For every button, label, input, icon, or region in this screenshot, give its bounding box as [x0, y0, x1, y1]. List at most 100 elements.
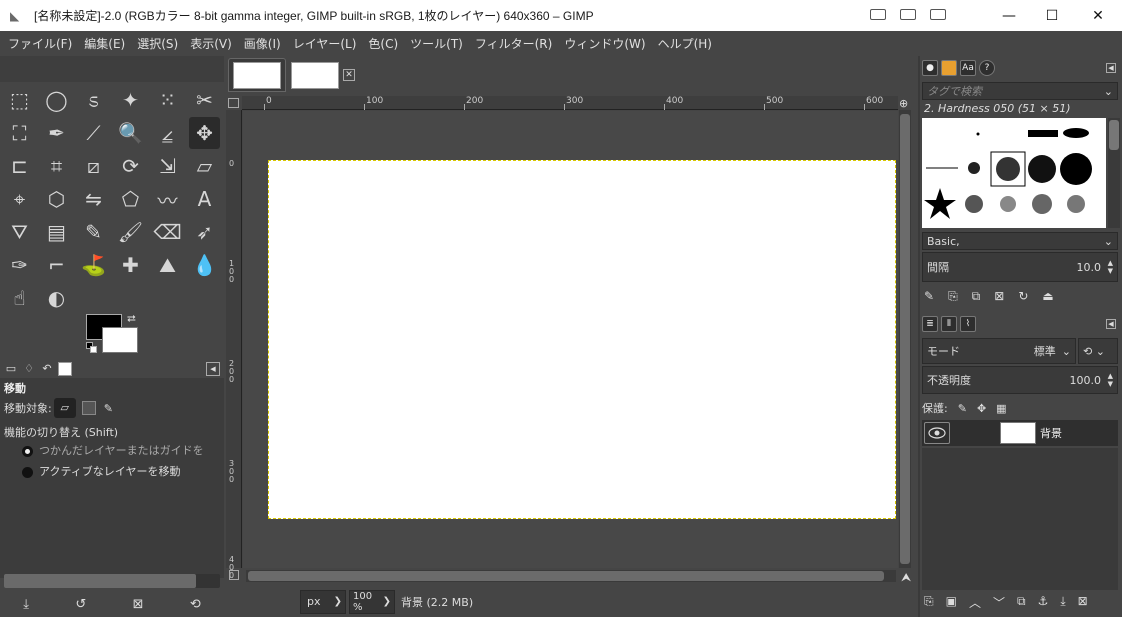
- brush-preset-select[interactable]: Basic, ⌄: [922, 232, 1118, 250]
- delete-layer-icon[interactable]: ⊠: [1078, 594, 1088, 611]
- help-tab-icon[interactable]: ?: [979, 60, 995, 76]
- clone-tool-icon[interactable]: ⛳: [78, 249, 109, 281]
- patterns-tab-icon[interactable]: [941, 60, 957, 76]
- lock-position-icon[interactable]: ✥: [977, 402, 986, 415]
- bucket-fill-tool-icon[interactable]: ⛛: [4, 216, 35, 248]
- layer-row[interactable]: 背景: [922, 420, 1118, 446]
- brushes-tab-icon[interactable]: ●: [922, 60, 938, 76]
- color-picker-tool-icon[interactable]: ⟋: [78, 117, 109, 149]
- ink-tool-icon[interactable]: ✑: [4, 249, 35, 281]
- option-move-active[interactable]: アクティブなレイヤーを移動: [22, 463, 180, 479]
- save-preset-icon[interactable]: ⤓: [23, 597, 29, 612]
- channels-tab-icon[interactable]: ⦀: [941, 316, 957, 332]
- tool-options-tab-icon[interactable]: ▭: [4, 362, 18, 376]
- menu-edit[interactable]: 編集(E): [84, 35, 125, 52]
- 3d-transform-tool-icon[interactable]: ⬡: [41, 183, 72, 215]
- minimize-button[interactable]: —: [986, 0, 1032, 31]
- tray-icon[interactable]: [900, 9, 916, 20]
- new-layer-icon[interactable]: ⎘: [924, 594, 934, 611]
- foreground-select-tool-icon[interactable]: ⛶: [4, 117, 35, 149]
- ruler-corner[interactable]: [228, 98, 239, 108]
- tool-options-scrollbar[interactable]: [4, 574, 220, 588]
- paths-tool-icon[interactable]: ✒: [41, 117, 72, 149]
- tray-icon[interactable]: [930, 9, 946, 20]
- lower-layer-icon[interactable]: ﹀: [993, 594, 1005, 611]
- blur-tool-icon[interactable]: 💧: [189, 249, 220, 281]
- dock-menu-icon[interactable]: ◀: [1106, 319, 1116, 329]
- menu-tools[interactable]: ツール(T): [410, 35, 463, 52]
- zoom-select[interactable]: 100 % ❯: [349, 589, 395, 614]
- move-path-icon[interactable]: ✎: [104, 402, 113, 415]
- fonts-tab-icon[interactable]: Aa: [960, 60, 976, 76]
- edit-brush-icon[interactable]: ✎: [924, 289, 934, 304]
- layer-name[interactable]: 背景: [1040, 425, 1062, 441]
- close-button[interactable]: ✕: [1075, 0, 1121, 31]
- paintbrush-tool-icon[interactable]: 🖌: [115, 216, 146, 248]
- anchor-layer-icon[interactable]: ⚓: [1038, 594, 1049, 611]
- menu-colors[interactable]: 色(C): [368, 35, 398, 52]
- radio-pick-layer[interactable]: [22, 445, 33, 457]
- menu-view[interactable]: 表示(V): [190, 35, 232, 52]
- image-tab[interactable]: [286, 58, 344, 92]
- horizontal-scrollbar[interactable]: [246, 570, 896, 582]
- tab-menu-icon[interactable]: ◀: [206, 362, 220, 376]
- option-pick-layer[interactable]: つかんだレイヤーまたはガイドを: [22, 442, 204, 458]
- dock-menu-icon[interactable]: ◀: [1106, 63, 1116, 73]
- dodge-burn-tool-icon[interactable]: ◐: [41, 282, 72, 314]
- heal-tool-icon[interactable]: ✚: [115, 249, 146, 281]
- merge-layer-icon[interactable]: ⤓: [1060, 594, 1065, 611]
- rotate-tool-icon[interactable]: ⟳: [115, 150, 146, 182]
- default-colors-icon[interactable]: [86, 342, 98, 354]
- menu-help[interactable]: ヘルプ(H): [658, 35, 712, 52]
- new-layer-group-icon[interactable]: ▣: [946, 594, 957, 611]
- image-tab-active[interactable]: [228, 58, 286, 92]
- layers-list-empty[interactable]: [922, 448, 1118, 590]
- mypaint-brush-tool-icon[interactable]: ⌐: [41, 249, 72, 281]
- layer-mode-select[interactable]: モード 標準 ⌄: [922, 338, 1076, 364]
- move-tool-icon[interactable]: ✥: [189, 117, 220, 149]
- select-by-color-tool-icon[interactable]: ⁙: [152, 84, 183, 116]
- vertical-scrollbar[interactable]: [899, 110, 911, 568]
- layers-tab-icon[interactable]: ≣: [922, 316, 938, 332]
- background-color[interactable]: [102, 327, 138, 353]
- smudge-tool-icon[interactable]: ☝: [4, 282, 35, 314]
- move-layer-icon[interactable]: ▱: [53, 398, 76, 418]
- open-brush-icon[interactable]: ⏏: [1042, 289, 1053, 304]
- maximize-button[interactable]: ☐: [1029, 0, 1075, 31]
- eraser-tool-icon[interactable]: ⌫: [152, 216, 183, 248]
- brush-scrollbar[interactable]: [1108, 118, 1120, 228]
- new-brush-icon[interactable]: ⎘: [948, 289, 958, 304]
- radio-move-active[interactable]: [22, 466, 33, 478]
- lock-alpha-icon[interactable]: ▦: [996, 402, 1006, 415]
- duplicate-layer-icon[interactable]: ⧉: [1017, 594, 1026, 611]
- rect-select-tool-icon[interactable]: ⬚: [4, 84, 35, 116]
- duplicate-brush-icon[interactable]: ⧉: [972, 289, 981, 304]
- zoom-tool-icon[interactable]: 🔍: [115, 117, 146, 149]
- warp-tool-icon[interactable]: 〰: [152, 183, 183, 215]
- close-tab-icon[interactable]: ✕: [343, 69, 355, 81]
- spin-arrows-icon[interactable]: ▲ ▼: [1108, 372, 1113, 388]
- visibility-eye-icon[interactable]: [924, 422, 950, 444]
- spin-arrows-icon[interactable]: ▲ ▼: [1108, 259, 1113, 275]
- pencil-tool-icon[interactable]: ✎: [78, 216, 109, 248]
- free-select-tool-icon[interactable]: ಽ: [78, 84, 109, 116]
- delete-brush-icon[interactable]: ⊠: [994, 289, 1004, 304]
- opacity-field[interactable]: 不透明度 100.0 ▲ ▼: [922, 366, 1118, 394]
- undo-history-tab-icon[interactable]: ↶: [40, 362, 54, 376]
- device-status-tab-icon[interactable]: ♢: [22, 362, 36, 376]
- perspective-clone-tool-icon[interactable]: ⛰: [152, 249, 183, 281]
- menu-image[interactable]: 画像(I): [244, 35, 281, 52]
- spacing-field[interactable]: 間隔 10.0 ▲ ▼: [922, 252, 1118, 282]
- tray-icon[interactable]: [870, 9, 886, 20]
- paths-tab-icon[interactable]: ⌇: [960, 316, 976, 332]
- swap-colors-icon[interactable]: ⮂: [127, 312, 136, 326]
- move-selection-icon[interactable]: [81, 401, 96, 415]
- handle-transform-tool-icon[interactable]: ⌖: [4, 183, 35, 215]
- flip-tool-icon[interactable]: ⇋: [78, 183, 109, 215]
- restore-preset-icon[interactable]: ↺: [75, 597, 86, 612]
- menu-file[interactable]: ファイル(F): [8, 35, 72, 52]
- raise-layer-icon[interactable]: ︿: [969, 594, 981, 611]
- lock-pixels-icon[interactable]: ✎: [958, 402, 967, 415]
- gradient-tool-icon[interactable]: ▤: [41, 216, 72, 248]
- quick-mask-toggle[interactable]: [229, 570, 239, 580]
